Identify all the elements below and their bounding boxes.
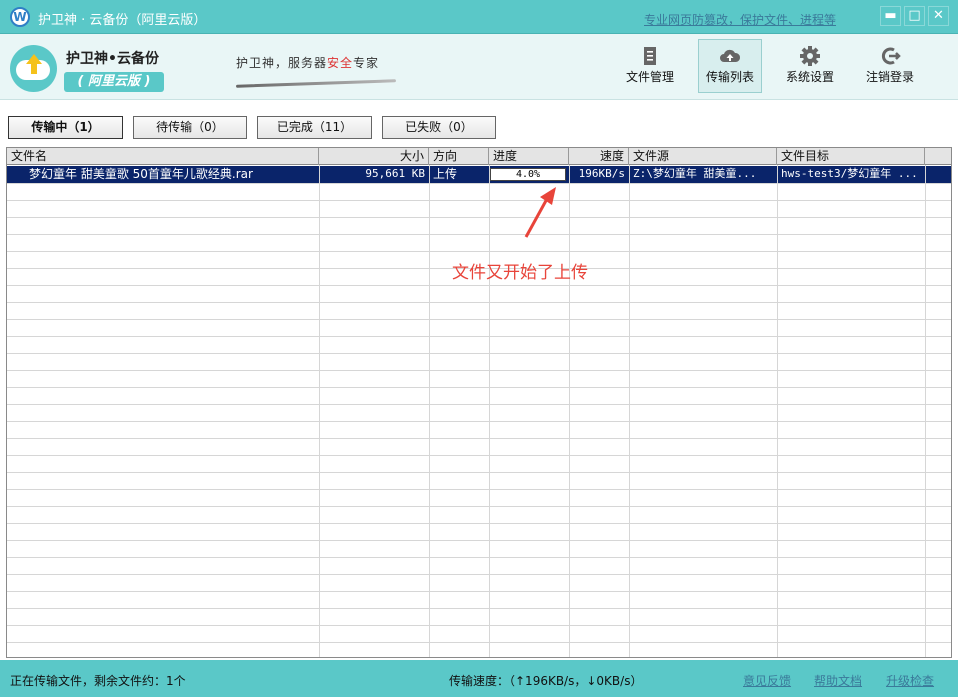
grid-row-line	[7, 455, 951, 456]
slogan-prefix: 护卫神，服务器	[236, 56, 328, 70]
settings-label: 系统设置	[785, 70, 834, 84]
logo-arrow-stem	[31, 64, 37, 74]
close-button[interactable]: ✕	[928, 6, 949, 26]
grid-row-line	[7, 285, 951, 286]
tab-failed[interactable]: 已失败（0）	[382, 116, 496, 139]
status-transfer-speed: 传输速度：（↑196KB/s，↓0KB/s）	[449, 674, 643, 688]
transfer-list-button[interactable]: 传输列表	[698, 39, 762, 93]
document-icon	[644, 47, 656, 65]
logo-arrow-icon	[26, 54, 42, 64]
feedback-link[interactable]: 意见反馈	[743, 672, 791, 689]
tab-pending[interactable]: 待传输（0）	[133, 116, 247, 139]
cloud-upload-icon	[720, 49, 741, 62]
grid-row-line	[7, 404, 951, 405]
cell-size: 95,661 KB	[365, 167, 425, 180]
settings-button[interactable]: 系统设置	[778, 39, 842, 93]
grid-row-line	[7, 421, 951, 422]
grid-row-line	[7, 183, 951, 184]
cell-filename: 梦幻童年 甜美童歌 50首童年儿歌经典.rar	[29, 167, 253, 181]
cell-speed: 196KB/s	[578, 167, 625, 180]
tab-transferring[interactable]: 传输中（1）	[8, 116, 123, 139]
minimize-button[interactable]: ▬	[880, 6, 901, 26]
grid-row-line	[7, 591, 951, 592]
table-row[interactable]: 梦幻童年 甜美童歌 50首童年儿歌经典.rar 95,661 KB 上传 4.0…	[7, 166, 951, 183]
column-header-progress[interactable]: 进度	[489, 148, 569, 165]
slogan-highlight: 安全	[327, 56, 354, 70]
slogan-swoosh	[235, 79, 397, 88]
grid-column-line	[629, 165, 630, 657]
maximize-button[interactable]: □	[904, 6, 925, 26]
column-header-filename[interactable]: 文件名	[7, 148, 319, 165]
grid-row-line	[7, 370, 951, 371]
slogan-suffix: 专家	[353, 56, 380, 70]
cell-progress-bar: 4.0%	[490, 168, 566, 181]
column-header-speed[interactable]: 速度	[569, 148, 629, 165]
grid-row-line	[7, 302, 951, 303]
grid-row-line	[7, 200, 951, 201]
logout-button[interactable]: 注销登录	[858, 39, 922, 93]
title-bar: W 护卫神 · 云备份（阿里云版） 专业网页防篡改，保护文件、进程等 ▬ □ ✕	[0, 0, 958, 34]
logout-icon	[881, 47, 901, 65]
grid-column-line	[429, 165, 430, 657]
grid-row-line	[7, 642, 951, 643]
grid-row-line	[7, 472, 951, 473]
column-header-direction[interactable]: 方向	[429, 148, 489, 165]
window-title: 护卫神 · 云备份（阿里云版）	[38, 13, 207, 28]
app-shield-icon: W	[10, 7, 30, 27]
grid-row-line	[7, 234, 951, 235]
grid-row-line	[7, 319, 951, 320]
column-header-target[interactable]: 文件目标	[777, 148, 925, 165]
transfer-list-label: 传输列表	[705, 70, 754, 84]
help-docs-link[interactable]: 帮助文档	[814, 672, 862, 689]
annotation-note: 文件又开始了上传	[452, 263, 588, 283]
grid-row-line	[7, 506, 951, 507]
grid-column-line	[925, 165, 926, 657]
column-header-source[interactable]: 文件源	[629, 148, 777, 165]
logout-label: 注销登录	[865, 70, 914, 84]
slogan: 护卫神，服务器安全专家	[236, 54, 379, 71]
grid-row-line	[7, 336, 951, 337]
grid-row-line	[7, 540, 951, 541]
column-header-size[interactable]: 大小	[319, 148, 429, 165]
grid-column-line	[777, 165, 778, 657]
app-header: 护卫神•云备份 ( 阿里云版 ) 护卫神，服务器安全专家 文件管理 传输列表 系…	[0, 34, 958, 100]
status-remaining: 正在传输文件，剩余文件约：1个	[10, 674, 186, 688]
grid-row-line	[7, 557, 951, 558]
grid-row-line	[7, 523, 951, 524]
cell-source: Z:\梦幻童年 甜美童...	[633, 167, 757, 180]
grid-column-line	[489, 165, 490, 657]
file-manager-label: 文件管理	[625, 70, 674, 84]
grid-column-line	[319, 165, 320, 657]
transfer-tabs: 传输中（1） 待传输（0） 已完成（11） 已失败（0）	[0, 101, 958, 144]
tab-completed[interactable]: 已完成（11）	[257, 116, 372, 139]
grid-row-line	[7, 353, 951, 354]
table-header: 文件名 大小 方向 进度 速度 文件源 文件目标	[7, 148, 951, 165]
grid-row-line	[7, 387, 951, 388]
grid-column-line	[569, 165, 570, 657]
gear-icon	[800, 46, 820, 66]
grid-row-line	[7, 438, 951, 439]
brand-name: 护卫神•云备份	[66, 51, 159, 67]
cell-direction: 上传	[433, 167, 458, 181]
grid-row-line	[7, 489, 951, 490]
grid-row-line	[7, 608, 951, 609]
grid-row-line	[7, 574, 951, 575]
file-manager-button[interactable]: 文件管理	[618, 39, 682, 93]
column-header-filler	[925, 148, 951, 165]
grid-row-line	[7, 217, 951, 218]
annotation-arrow-icon	[524, 187, 556, 238]
grid-row-line	[7, 251, 951, 252]
grid-row-line	[7, 625, 951, 626]
status-bar: 正在传输文件，剩余文件约：1个 传输速度：（↑196KB/s，↓0KB/s） 意…	[0, 660, 958, 697]
promo-link[interactable]: 专业网页防篡改，保护文件、进程等	[644, 11, 836, 28]
cell-target: hws-test3/梦幻童年 ...	[781, 167, 918, 180]
upgrade-check-link[interactable]: 升级检查	[886, 672, 934, 689]
transfer-table[interactable]: 文件名 大小 方向 进度 速度 文件源 文件目标 梦幻童年 甜美童歌 50首童年…	[6, 147, 952, 658]
brand-badge: ( 阿里云版 )	[64, 72, 164, 92]
